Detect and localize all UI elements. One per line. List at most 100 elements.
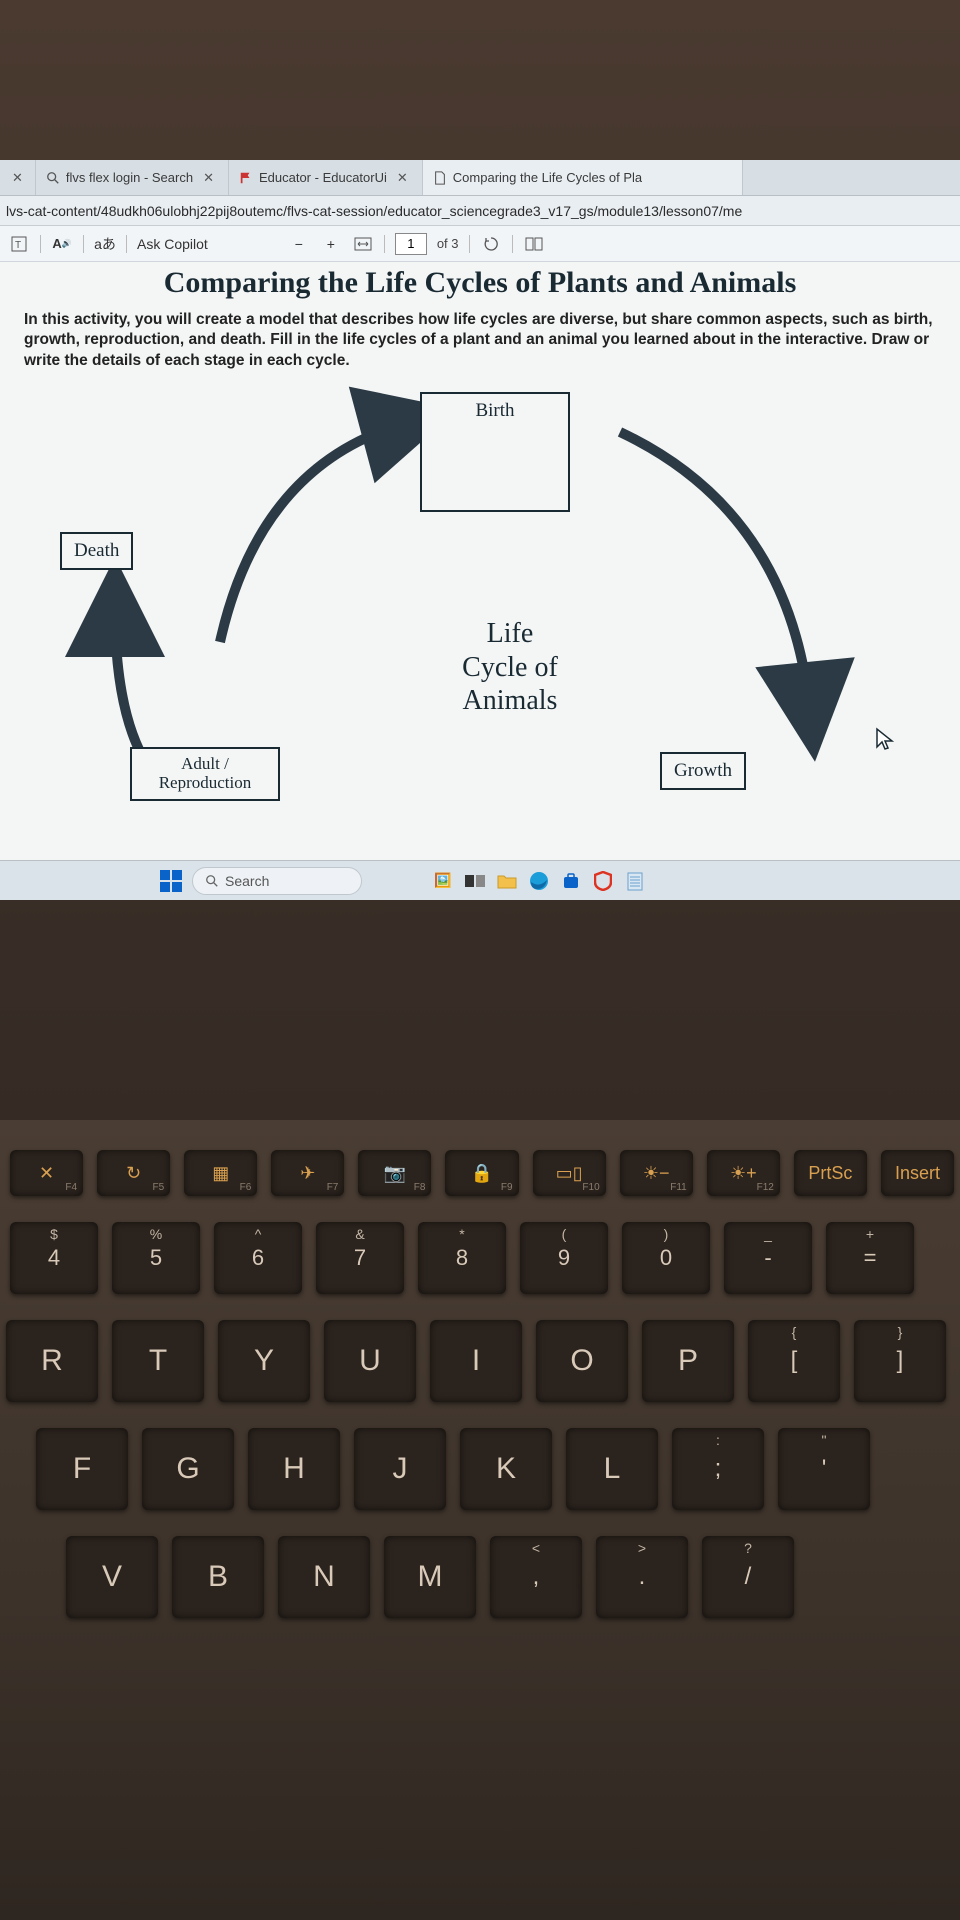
start-button[interactable] [160,870,182,892]
keyboard-key: ▭▯F10 [533,1150,606,1196]
stage-birth: Birth [420,392,570,512]
taskbar-app-explorer-icon[interactable] [496,870,518,892]
separator [512,235,513,253]
tab-label: Educator - EducatorUi [259,170,387,185]
close-icon[interactable]: ✕ [393,170,412,186]
keyboard-key: G [142,1428,234,1510]
address-bar[interactable]: lvs-cat-content/48udkh06ulobhj22pij8oute… [0,196,960,226]
keyboard-key: %5 [112,1222,200,1294]
fit-width-icon[interactable] [352,233,374,255]
keyboard-key: U [324,1320,416,1402]
taskbar-app-edge-icon[interactable] [528,870,550,892]
keyboard-key: *8 [418,1222,506,1294]
separator [126,235,127,253]
document-icon [433,171,447,185]
read-aloud-icon[interactable]: A🔊 [51,233,73,255]
keyboard-key: PrtSc [794,1150,867,1196]
keyboard-key: K [460,1428,552,1510]
magnifier-icon [46,171,60,185]
keyboard-key: ✈F7 [271,1150,344,1196]
keyboard-key: }] [854,1320,946,1402]
tab-label: flvs flex login - Search [66,170,193,185]
keyboard-key: <, [490,1536,582,1618]
stage-label: Birth [475,400,514,421]
pdf-toolbar: T A🔊 aあ Ask Copilot − + of 3 [0,226,960,262]
windows-taskbar: Search 🖼️ [0,860,960,900]
keyboard-key: P [642,1320,734,1402]
keyboard-key: )0 [622,1222,710,1294]
keyboard-key: O [536,1320,628,1402]
diagram-center-label: Life Cycle of Animals [410,617,610,718]
stage-label: Growth [674,760,732,781]
keyboard-key: ☀−F11 [620,1150,693,1196]
keyboard-key: += [826,1222,914,1294]
pdf-document: Comparing the Life Cycles of Plants and … [0,262,960,860]
taskbar-search[interactable]: Search [192,867,362,895]
keyboard-key: _- [724,1222,812,1294]
search-placeholder: Search [225,873,269,889]
stage-death: Death [60,532,133,570]
tab-prev-close[interactable]: ✕ [0,160,36,195]
stage-adult-reproduction: Adult / Reproduction [130,747,280,800]
page-view-icon[interactable] [523,233,545,255]
taskbar-app-notes-icon[interactable] [624,870,646,892]
taskbar-app-taskview-icon[interactable] [464,870,486,892]
browser-tab-1[interactable]: flvs flex login - Search ✕ [36,160,229,195]
keyboard-key: Insert [881,1150,954,1196]
ask-copilot-button[interactable]: Ask Copilot [137,236,208,252]
keyboard-key: R [6,1320,98,1402]
keyboard-key: "' [778,1428,870,1510]
url-text: lvs-cat-content/48udkh06ulobhj22pij8oute… [6,203,742,219]
taskbar-app-store-icon[interactable] [560,870,582,892]
keyboard-key: &7 [316,1222,404,1294]
zoom-out-button[interactable]: − [288,233,310,255]
close-icon[interactable]: ✕ [199,170,218,186]
keyboard-key: (9 [520,1222,608,1294]
keyboard-key: 🔒F9 [445,1150,518,1196]
keyboard-key: I [430,1320,522,1402]
taskbar-app-desktop-icon[interactable]: 🖼️ [432,870,454,892]
keyboard-key: ☀+F12 [707,1150,780,1196]
search-icon [205,874,219,888]
laptop-screen: ✕ flvs flex login - Search ✕ Educator - … [0,160,960,900]
stage-label: Death [74,540,119,561]
keyboard-key: ↻F5 [97,1150,170,1196]
browser-tab-2[interactable]: Educator - EducatorUi ✕ [229,160,423,195]
browser-tab-3-active[interactable]: Comparing the Life Cycles of Pla [423,160,743,195]
translate-icon[interactable]: aあ [94,233,116,255]
mouse-cursor-icon [875,727,895,757]
laptop-keyboard: ✕F4↻F5▦F6✈F7📷F8🔒F9▭▯F10☀−F11☀+F12PrtScIn… [0,1120,960,1920]
page-number-input[interactable] [395,233,427,255]
keyboard-key: B [172,1536,264,1618]
stage-label: Adult / Reproduction [159,754,252,792]
keyboard-key: H [248,1428,340,1510]
close-icon[interactable]: ✕ [8,170,27,186]
intro-paragraph: In this activity, you will create a mode… [24,310,936,373]
keyboard-key: M [384,1536,476,1618]
keyboard-key: T [112,1320,204,1402]
stage-growth: Growth [660,752,746,790]
tab-label: Comparing the Life Cycles of Pla [453,170,642,185]
separator [469,235,470,253]
keyboard-key: ?/ [702,1536,794,1618]
keyboard-key: ✕F4 [10,1150,83,1196]
flag-icon [239,171,253,185]
browser-tab-row: ✕ flvs flex login - Search ✕ Educator - … [0,160,960,196]
contents-icon[interactable]: T [8,233,30,255]
keyboard-key: L [566,1428,658,1510]
keyboard-key: V [66,1536,158,1618]
page-title: Comparing the Life Cycles of Plants and … [40,264,920,302]
keyboard-key: F [36,1428,128,1510]
keyboard-key: J [354,1428,446,1510]
keyboard-key: {[ [748,1320,840,1402]
separator [40,235,41,253]
page-total-label: of 3 [437,236,459,251]
taskbar-app-mcafee-icon[interactable] [592,870,614,892]
rotate-icon[interactable] [480,233,502,255]
photo-background: ✕ flvs flex login - Search ✕ Educator - … [0,0,960,1920]
keyboard-key: Y [218,1320,310,1402]
keyboard-key: >. [596,1536,688,1618]
keyboard-key: 📷F8 [358,1150,431,1196]
zoom-in-button[interactable]: + [320,233,342,255]
separator [384,235,385,253]
